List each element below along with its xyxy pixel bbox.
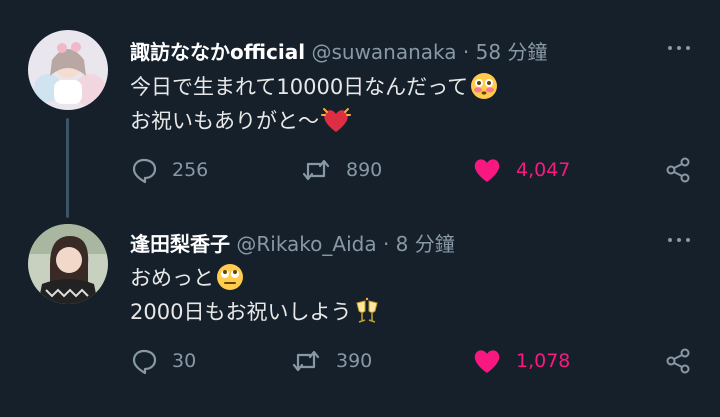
face-with-rolling-eyes-icon: [216, 263, 244, 296]
like-count: 1,078: [516, 350, 571, 372]
timestamp[interactable]: 8 分鐘: [396, 232, 455, 256]
separator: ·: [382, 232, 390, 256]
handle[interactable]: @Rikako_Aida: [236, 232, 376, 256]
tweet-text-line: 今日で生まれて10000日なんだって: [130, 71, 498, 105]
tweet[interactable]: 逢田梨香子 @Rikako_Aida · 8 分鐘 おめっと 2000日もお祝い…: [0, 210, 720, 417]
more-options-icon[interactable]: [666, 230, 696, 250]
avatar[interactable]: [28, 30, 108, 110]
tweet-header: 諏訪ななかofficial @suwananaka · 58 分鐘: [130, 36, 547, 65]
handle[interactable]: @suwananaka: [311, 40, 456, 64]
tweet-text: 今日で生まれて10000日なんだって: [130, 75, 469, 99]
retweet-button[interactable]: 390: [290, 347, 372, 375]
share-icon: [666, 157, 690, 183]
more-options-icon[interactable]: [666, 38, 696, 58]
tweet-text-line: 2000日もお祝いしよう: [130, 296, 381, 330]
tweet-header: 逢田梨香子 @Rikako_Aida · 8 分鐘: [130, 228, 455, 257]
tweet-text: おめっと: [130, 266, 214, 290]
display-name[interactable]: 逢田梨香子: [130, 232, 230, 256]
beating-heart-icon: [321, 106, 351, 139]
share-button[interactable]: [664, 156, 692, 184]
separator: ·: [462, 40, 470, 64]
heart-filled-icon: [474, 159, 500, 182]
tweet-text-line: おめっと: [130, 262, 244, 296]
reply-icon: [132, 158, 157, 184]
clinking-glasses-icon: [353, 297, 381, 330]
reply-button[interactable]: 256: [130, 156, 208, 184]
timestamp[interactable]: 58 分鐘: [476, 40, 548, 64]
retweet-icon: [292, 350, 320, 372]
tweet-text-line: お祝いもありがと〜: [130, 105, 351, 139]
share-button[interactable]: [664, 347, 692, 375]
retweet-icon: [302, 159, 330, 181]
like-button[interactable]: 4,047: [472, 156, 570, 184]
reply-button[interactable]: 30: [130, 347, 196, 375]
tweet[interactable]: 諏訪ななかofficial @suwananaka · 58 分鐘 今日で生まれ…: [0, 0, 720, 218]
retweet-count: 890: [346, 159, 383, 181]
thread-line: [66, 118, 69, 218]
tweet-text: お祝いもありがと〜: [130, 109, 319, 133]
retweet-count: 390: [336, 350, 373, 372]
reply-count: 30: [172, 350, 197, 372]
heart-filled-icon: [474, 350, 500, 373]
share-icon: [666, 348, 690, 374]
avatar[interactable]: [28, 224, 108, 304]
flushed-face-icon: [470, 72, 498, 105]
reply-count: 256: [172, 159, 209, 181]
like-count: 4,047: [516, 159, 571, 181]
reply-icon: [132, 349, 157, 375]
display-name[interactable]: 諏訪ななかofficial: [130, 40, 305, 64]
tweet-text: 2000日もお祝いしよう: [130, 300, 352, 324]
like-button[interactable]: 1,078: [472, 347, 570, 375]
retweet-button[interactable]: 890: [300, 156, 382, 184]
